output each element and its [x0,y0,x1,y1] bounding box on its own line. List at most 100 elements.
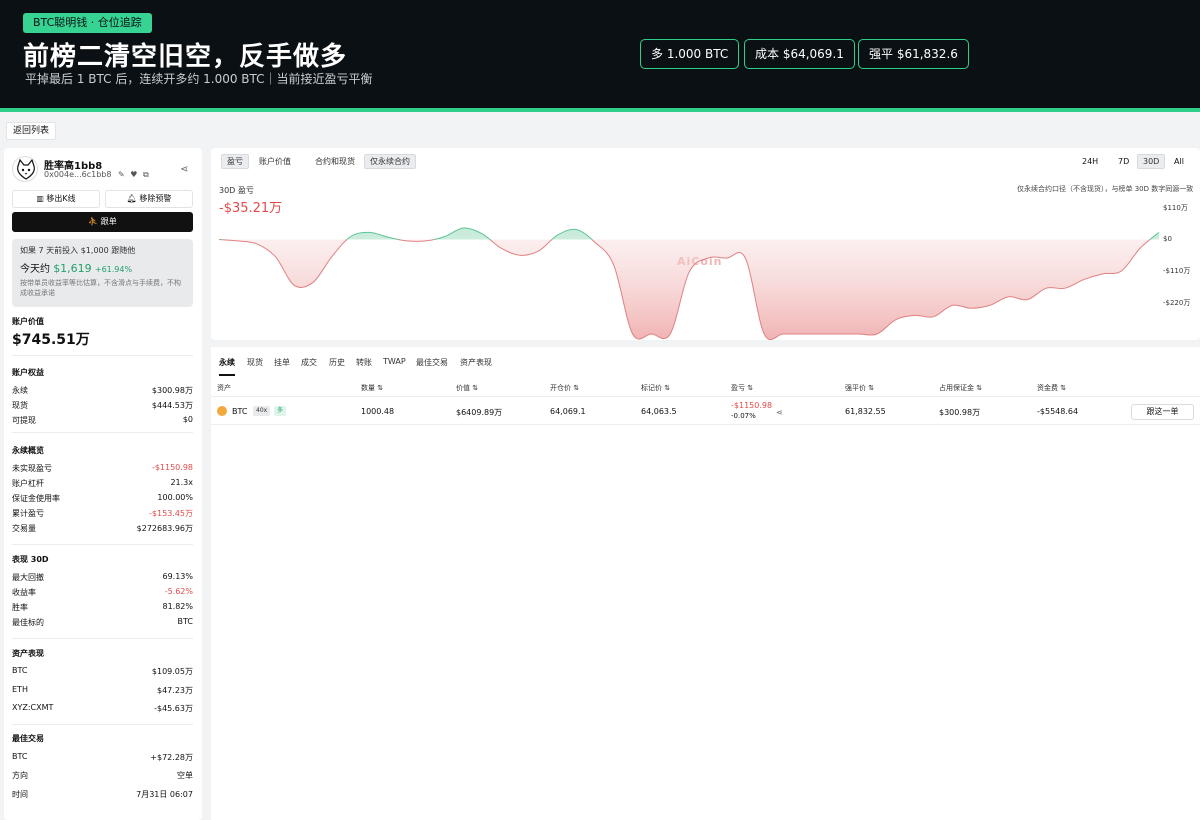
trader-sidebar: 胜率高1bb8 0x004e...6c1bb8 ✎ ♥ ⧉ ⋖ ▥ 移出K线 🔔… [4,148,202,820]
kv-value: $272683.96万 [136,524,193,533]
positions-panel: 永续 现货 挂单 成交 历史 转账 TWAP 最佳交易 资产表现 资产 数量 ⇅… [211,347,1200,820]
kv-label: BTC [12,666,28,675]
col-asset[interactable]: 资产 [217,383,231,393]
sim-today-label: 今天约 [20,264,50,275]
share-icon[interactable]: ⋖ [180,164,188,175]
follow-this-order-button[interactable]: 跟这一单 [1131,404,1194,420]
kv-value: 81.82% [162,602,193,611]
kv-row: 保证金使用率 100.00% [12,493,193,504]
banner-title: 前榜二清空旧空，反手做多 [23,42,348,72]
sim-result: 今天约 $1,619 +61.94% [20,260,185,275]
copy-trade-button[interactable]: ⛹ 跟单 [12,212,193,232]
kv-value: 100.00% [157,493,193,502]
row-value: $6409.89万 [456,408,503,417]
kv-value: 空单 [177,771,193,780]
bell-icon: 🔔︎ [126,194,137,203]
tab-perpetual[interactable]: 永续 [219,357,235,368]
kv-row: 最佳标的 BTC [12,617,193,628]
kv-value: -5.62% [164,587,193,596]
tab-orders[interactable]: 挂单 [274,357,290,368]
kv-value: -$153.45万 [149,509,193,518]
kv-row: 最大回撤 69.13% [12,572,193,583]
kv-value: +$72.28万 [150,753,193,762]
kv-value: $300.98万 [151,386,193,395]
kv-row: 方向 空单 [12,770,193,781]
y-tick-label: $0 [1163,234,1172,243]
account-value: $745.51万 [12,332,90,348]
kv-row: 交易量 $272683.96万 [12,523,193,534]
kv-value: 7月31日 06:07 [136,790,193,799]
col-liq[interactable]: 强平价 ⇅ [845,383,874,393]
tab-spot[interactable]: 现货 [247,357,263,368]
kv-value: BTC [177,617,194,626]
copy-trade-label: 跟单 [100,217,117,226]
kv-label: 保证金使用率 [12,494,60,503]
tab-history[interactable]: 历史 [329,357,345,368]
divider [12,544,193,545]
promo-banner: BTC聪明钱 · 仓位追踪 前榜二清空旧空，反手做多 平掉最后 1 BTC 后，… [0,0,1200,108]
share-icon[interactable]: ⋖ [776,408,783,417]
kv-label: 最佳标的 [12,618,44,627]
row-entry: 64,069.1 [550,407,586,416]
heart-icon[interactable]: ♥ [130,170,137,179]
row-pnl: -$1150.98 [731,401,773,410]
avatar [12,156,38,182]
remove-kline-label: 移出K线 [46,194,76,203]
tab-fills[interactable]: 成交 [301,357,317,368]
liquidation-pill: 强平 $61,832.6 [858,39,969,69]
performance-title: 表现 30D [12,555,49,564]
y-tick-label: -$220万 [1163,298,1191,307]
perp-overview-title: 永续概览 [12,446,44,455]
kv-label: ETH [12,685,28,694]
kv-value: $109.05万 [151,667,193,676]
copy-icon[interactable]: ⧉ [143,170,149,179]
row-liq: 61,832.55 [845,407,886,416]
kv-row: 胜率 81.82% [12,602,193,613]
edit-icon[interactable]: ✎ [118,170,125,179]
banner-tag: BTC聪明钱 · 仓位追踪 [23,13,152,33]
col-value[interactable]: 价值 ⇅ [456,383,478,393]
kv-row: 收益率 -5.62% [12,587,193,598]
kline-icon: ▥ [36,194,44,203]
tab-asset-performance[interactable]: 资产表现 [460,357,492,368]
kv-value: -$1150.98 [151,463,193,472]
remove-alert-label: 移除预警 [139,194,172,203]
kv-label: 收益率 [12,588,36,597]
remove-kline-button[interactable]: ▥ 移出K线 [12,190,100,208]
divider [12,355,193,356]
kv-label: 方向 [12,771,28,780]
table-header: 资产 数量 ⇅ 价值 ⇅ 开仓价 ⇅ 标记价 ⇅ 盈亏 ⇅ 强平价 ⇅ 占用保证… [211,377,1200,397]
kv-label: 未实现盈亏 [12,464,52,473]
tab-best-trades[interactable]: 最佳交易 [416,357,448,368]
kv-value: $47.23万 [157,686,193,695]
kv-label: 时间 [12,790,28,799]
tab-twap[interactable]: TWAP [383,357,406,366]
col-mark[interactable]: 标记价 ⇅ [641,383,670,393]
toolbar: 返回列表 [0,112,1200,146]
asset-performance-title: 资产表现 [12,649,44,658]
remove-alert-button[interactable]: 🔔︎ 移除预警 [105,190,193,208]
follow-icon: ⛹ [88,217,99,226]
kv-row: XYZ:CXMT -$45.63万 [12,703,193,714]
kv-row: BTC $109.05万 [12,666,193,677]
col-funding[interactable]: 资金费 ⇅ [1037,383,1066,393]
tab-transfer[interactable]: 转账 [356,357,372,368]
kv-label: 可提现 [12,416,36,425]
cat-avatar-icon [17,158,35,180]
y-tick-label: $110万 [1163,204,1188,212]
col-entry[interactable]: 开仓价 ⇅ [550,383,579,393]
kv-row: 永续 $300.98万 [12,385,193,396]
col-pnl[interactable]: 盈亏 ⇅ [731,383,753,393]
leverage-badge: 40x [253,406,271,416]
sim-today-value: $1,619 [53,262,92,275]
sim-today-pct: +61.94% [94,265,133,274]
kv-label: 胜率 [12,603,28,612]
col-qty[interactable]: 数量 ⇅ [361,383,383,393]
banner-subtitle: 平掉最后 1 BTC 后，连续开多约 1.000 BTC｜当前接近盈亏平衡 [25,72,373,86]
kv-label: 累计盈亏 [12,509,44,518]
back-to-list-button[interactable]: 返回列表 [6,122,57,140]
row-pnl-pct: -0.07% [731,412,756,420]
col-margin[interactable]: 占用保证金 ⇅ [939,383,982,393]
divider [12,432,193,433]
y-tick-label: -$110万 [1163,267,1191,275]
